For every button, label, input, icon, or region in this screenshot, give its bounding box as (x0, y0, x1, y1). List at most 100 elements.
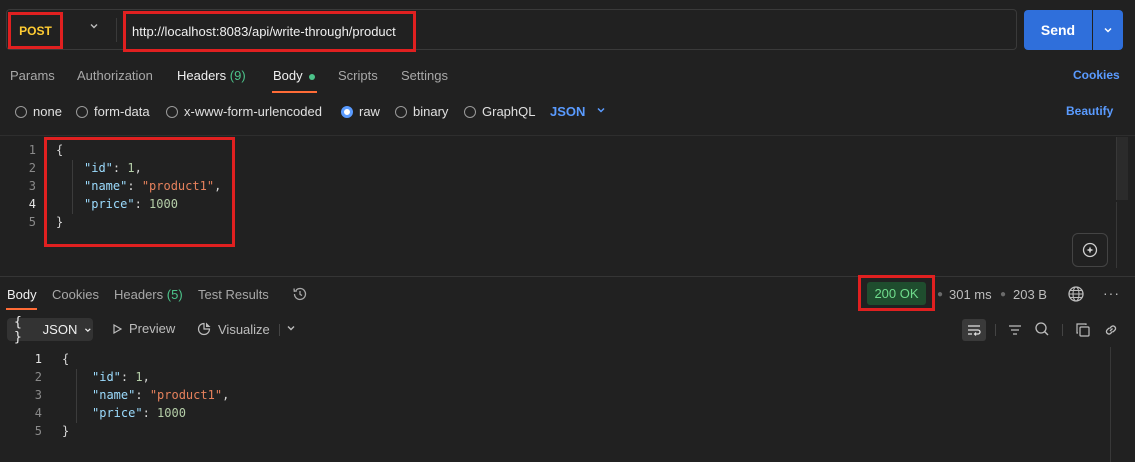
url-divider (116, 18, 117, 42)
json-number: 1 (135, 370, 143, 384)
wrap-icon (968, 325, 981, 336)
globe-icon[interactable] (1067, 285, 1085, 303)
radio-form-data[interactable]: form-data (76, 104, 150, 119)
tab-params[interactable]: Params (10, 68, 55, 83)
tab-headers-label: Headers (177, 68, 227, 83)
method-chevron-down-icon[interactable] (88, 20, 102, 40)
line-number: 3 (28, 179, 36, 193)
editor-scroll-track (1116, 202, 1128, 268)
chevron-down-icon (1104, 27, 1112, 33)
active-tab-indicator (272, 91, 317, 93)
radio-raw-label: raw (359, 104, 380, 119)
send-options-button[interactable] (1093, 10, 1123, 50)
tab-scripts[interactable]: Scripts (338, 68, 378, 83)
line-number-current: 4 (28, 197, 36, 211)
visualize-chevron-down-icon[interactable] (285, 322, 297, 337)
response-tab-test-results[interactable]: Test Results (198, 287, 269, 302)
radio-urlencoded-label: x-www-form-urlencoded (184, 104, 322, 119)
radio-graphql[interactable]: GraphQL (464, 104, 535, 119)
send-button[interactable]: Send (1024, 10, 1092, 50)
link-icon[interactable] (1103, 322, 1119, 338)
search-icon[interactable] (1034, 321, 1050, 337)
cookies-link[interactable]: Cookies (1073, 68, 1120, 82)
copy-icon[interactable] (1075, 322, 1091, 338)
response-size[interactable]: 203 B (1013, 287, 1047, 302)
radio-urlencoded[interactable]: x-www-form-urlencoded (166, 104, 322, 119)
radio-circle (15, 105, 27, 118)
history-icon[interactable] (291, 285, 309, 303)
response-headers-count-badge: (5) (166, 287, 183, 302)
radio-circle (464, 105, 476, 118)
radio-none-label: none (33, 104, 62, 119)
line-number: 2 (28, 161, 36, 175)
response-format-label: JSON (42, 322, 78, 337)
radio-graphql-label: GraphQL (482, 104, 536, 119)
tab-params-label: Params (10, 68, 55, 83)
json-key: "name" (92, 388, 136, 402)
language-select[interactable]: JSON (550, 104, 585, 119)
json-key: "id" (92, 370, 121, 384)
visualize-label: Visualize (218, 321, 270, 337)
cookies-label: Cookies (1073, 68, 1120, 82)
radio-circle-selected (341, 105, 353, 118)
response-code-line: "name": "product1", (92, 388, 230, 402)
line-number: 1 (34, 352, 42, 366)
response-scrollbar[interactable] (1110, 347, 1111, 462)
status-highlight: 200 OK (858, 275, 935, 311)
url-text: http://localhost:8083/api/write-through/… (132, 24, 396, 39)
pane-divider[interactable] (0, 276, 1135, 277)
toolbar-divider (279, 324, 280, 336)
request-body-highlight (44, 137, 235, 247)
separator-dot: ● (1000, 289, 1007, 300)
response-tab-cookies[interactable]: Cookies (52, 287, 99, 302)
response-time[interactable]: 301 ms (949, 287, 992, 302)
tab-headers[interactable]: Headers (9) (177, 68, 246, 83)
status-badge[interactable]: 200 OK (867, 281, 926, 305)
visualize-button[interactable]: Visualize (196, 321, 270, 337)
line-number: 5 (28, 215, 36, 229)
tab-settings-label: Settings (401, 68, 448, 83)
braces-icon: { } (14, 314, 22, 345)
ai-assist-button[interactable] (1072, 233, 1108, 267)
beautify-link[interactable]: Beautify (1066, 104, 1113, 118)
brace-open: { (62, 352, 70, 366)
separator-dot: ● (937, 289, 944, 300)
radio-none[interactable]: none (15, 104, 62, 119)
url-input[interactable]: http://localhost:8083/api/write-through/… (123, 11, 416, 52)
tab-authorization-label: Authorization (77, 68, 153, 83)
json-string: "product1" (149, 388, 223, 402)
chevron-down-icon (85, 327, 92, 332)
brace-close: } (62, 424, 70, 438)
more-options-icon[interactable]: ··· (1103, 285, 1120, 301)
language-chevron-down-icon[interactable] (595, 104, 607, 119)
response-code-line: "id": 1, (92, 370, 150, 384)
radio-form-data-label: form-data (94, 104, 150, 119)
response-tab-body[interactable]: Body (7, 287, 37, 302)
tab-settings[interactable]: Settings (401, 68, 448, 83)
line-number: 2 (34, 370, 42, 384)
response-tab-headers[interactable]: Headers (5) (114, 287, 183, 302)
response-format-select[interactable]: { } JSON (7, 315, 93, 345)
radio-circle (76, 105, 88, 118)
preview-button[interactable]: Preview (111, 321, 175, 336)
filter-icon[interactable] (1007, 322, 1023, 338)
active-tab-indicator (6, 308, 37, 310)
response-tab-body-label: Body (7, 287, 37, 302)
radio-binary[interactable]: binary (395, 104, 448, 119)
wrap-lines-button[interactable] (962, 319, 986, 341)
radio-binary-label: binary (413, 104, 449, 119)
tab-body[interactable]: Body (273, 68, 315, 83)
response-tab-test-results-label: Test Results (198, 287, 269, 302)
visualize-icon (197, 322, 211, 336)
radio-raw[interactable]: raw (341, 104, 380, 119)
tab-authorization[interactable]: Authorization (77, 68, 153, 83)
editor-top-border (0, 135, 1135, 136)
editor-scrollbar[interactable] (1116, 137, 1128, 200)
toolbar-divider (995, 324, 996, 336)
tab-scripts-label: Scripts (338, 68, 378, 83)
method-select[interactable]: POST (8, 12, 63, 49)
play-icon (113, 323, 123, 334)
language-label: JSON (550, 104, 586, 119)
sparkle-icon (1082, 242, 1098, 258)
line-number: 1 (28, 143, 36, 157)
